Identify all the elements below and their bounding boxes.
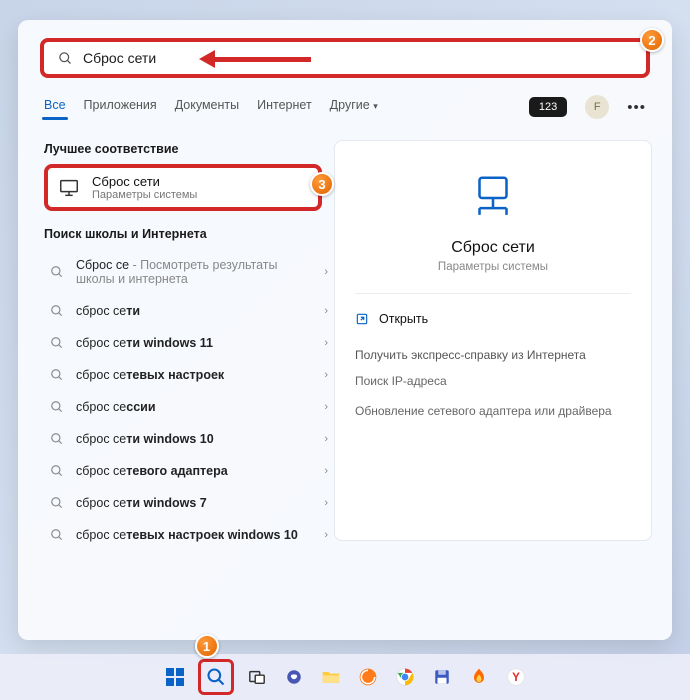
user-avatar[interactable]: F xyxy=(585,95,609,119)
chevron-right-icon: › xyxy=(324,465,328,477)
search-icon xyxy=(58,51,73,66)
search-icon xyxy=(50,265,64,279)
search-bar[interactable]: 2 xyxy=(40,38,650,78)
save-icon[interactable] xyxy=(428,663,456,691)
chevron-right-icon: › xyxy=(324,401,328,413)
best-match-title: Сброс сети xyxy=(92,174,197,189)
best-match-subtitle: Параметры системы xyxy=(92,189,197,201)
chevron-right-icon: › xyxy=(324,337,328,349)
pill-indicator[interactable]: 123 xyxy=(529,97,567,117)
chat-icon[interactable] xyxy=(280,663,308,691)
detail-title: Сброс сети xyxy=(355,239,631,257)
annotation-arrow xyxy=(199,50,311,68)
suggestion-label: сброс сессии xyxy=(76,400,312,414)
chrome-icon[interactable] xyxy=(391,663,419,691)
search-icon xyxy=(50,336,64,350)
open-icon xyxy=(355,312,369,326)
tab-all[interactable]: Все xyxy=(44,92,66,122)
suggestion-row[interactable]: сброс сетевых настроек windows 10 › xyxy=(44,519,334,551)
annotation-badge-3: 3 xyxy=(310,172,334,196)
suggestion-row[interactable]: сброс сети windows 11 › xyxy=(44,327,334,359)
tab-web[interactable]: Интернет xyxy=(257,92,312,122)
section-web: Поиск школы и Интернета xyxy=(44,227,334,241)
annotation-badge-1: 1 xyxy=(195,634,219,658)
search-icon xyxy=(50,432,64,446)
suggestion-label: сброс сетевых настроек xyxy=(76,368,312,382)
tab-apps[interactable]: Приложения xyxy=(84,92,157,122)
web-hint-label: Сброс се - Посмотреть результаты школы и… xyxy=(76,258,312,286)
best-match-item[interactable]: Сброс сети Параметры системы 3 xyxy=(44,164,322,211)
suggestion-row[interactable]: сброс сети windows 10 › xyxy=(44,423,334,455)
suggestion-label: сброс сети xyxy=(76,304,312,318)
suggestion-label: сброс сетевых настроек windows 10 xyxy=(76,528,312,542)
suggestion-label: сброс сети windows 11 xyxy=(76,336,312,350)
chevron-right-icon: › xyxy=(324,433,328,445)
web-hint-row[interactable]: Сброс се - Посмотреть результаты школы и… xyxy=(44,249,334,295)
tab-docs[interactable]: Документы xyxy=(175,92,239,122)
detail-pane: Сброс сети Параметры системы Открыть Пол… xyxy=(334,140,652,541)
start-button[interactable] xyxy=(161,663,189,691)
search-icon xyxy=(50,400,64,414)
search-icon xyxy=(50,464,64,478)
overflow-menu[interactable]: ••• xyxy=(627,99,646,116)
suggestion-label: сброс сети windows 10 xyxy=(76,432,312,446)
chevron-right-icon: › xyxy=(324,305,328,317)
detail-subtitle: Параметры системы xyxy=(355,261,631,273)
taskbar-search[interactable]: 1 xyxy=(198,659,234,695)
filter-tabs: Все Приложения Документы Интернет Другие… xyxy=(18,92,672,122)
app-icon-spiral[interactable] xyxy=(354,663,382,691)
yandex-icon[interactable]: Y xyxy=(502,663,530,691)
help-item[interactable]: Поиск IP-адреса xyxy=(355,374,631,388)
search-panel: 2 Все Приложения Документы Интернет Друг… xyxy=(18,20,672,640)
suggestion-row[interactable]: сброс сессии › xyxy=(44,391,334,423)
search-input[interactable] xyxy=(83,50,632,66)
suggestion-row[interactable]: сброс сети windows 7 › xyxy=(44,487,334,519)
network-icon xyxy=(466,171,520,225)
help-header: Получить экспресс-справку из Интернета xyxy=(355,348,631,362)
suggestion-row[interactable]: сброс сетевого адаптера › xyxy=(44,455,334,487)
annotation-badge-2: 2 xyxy=(640,28,664,52)
search-icon xyxy=(206,667,226,687)
search-icon xyxy=(50,304,64,318)
open-action[interactable]: Открыть xyxy=(355,308,631,330)
search-icon xyxy=(50,528,64,542)
explorer-icon[interactable] xyxy=(317,663,345,691)
search-icon xyxy=(50,368,64,382)
results-column: Лучшее соответствие Сброс сети Параметры… xyxy=(44,132,334,551)
chevron-right-icon: › xyxy=(324,529,328,541)
taskview-icon[interactable] xyxy=(243,663,271,691)
monitor-icon xyxy=(58,177,80,199)
search-icon xyxy=(50,496,64,510)
suggestion-row[interactable]: сброс сети › xyxy=(44,295,334,327)
chevron-right-icon: › xyxy=(324,369,328,381)
taskbar: 1 Y xyxy=(0,654,690,700)
suggestion-row[interactable]: сброс сетевых настроек › xyxy=(44,359,334,391)
tab-more[interactable]: Другие ▾ xyxy=(330,92,378,122)
chevron-right-icon: › xyxy=(324,266,328,278)
section-best-match: Лучшее соответствие xyxy=(44,142,334,156)
suggestion-label: сброс сети windows 7 xyxy=(76,496,312,510)
app-icon-flame[interactable] xyxy=(465,663,493,691)
suggestion-label: сброс сетевого адаптера xyxy=(76,464,312,478)
svg-text:Y: Y xyxy=(512,671,520,684)
help-item[interactable]: Обновление сетевого адаптера или драйвер… xyxy=(355,404,631,418)
chevron-right-icon: › xyxy=(324,497,328,509)
